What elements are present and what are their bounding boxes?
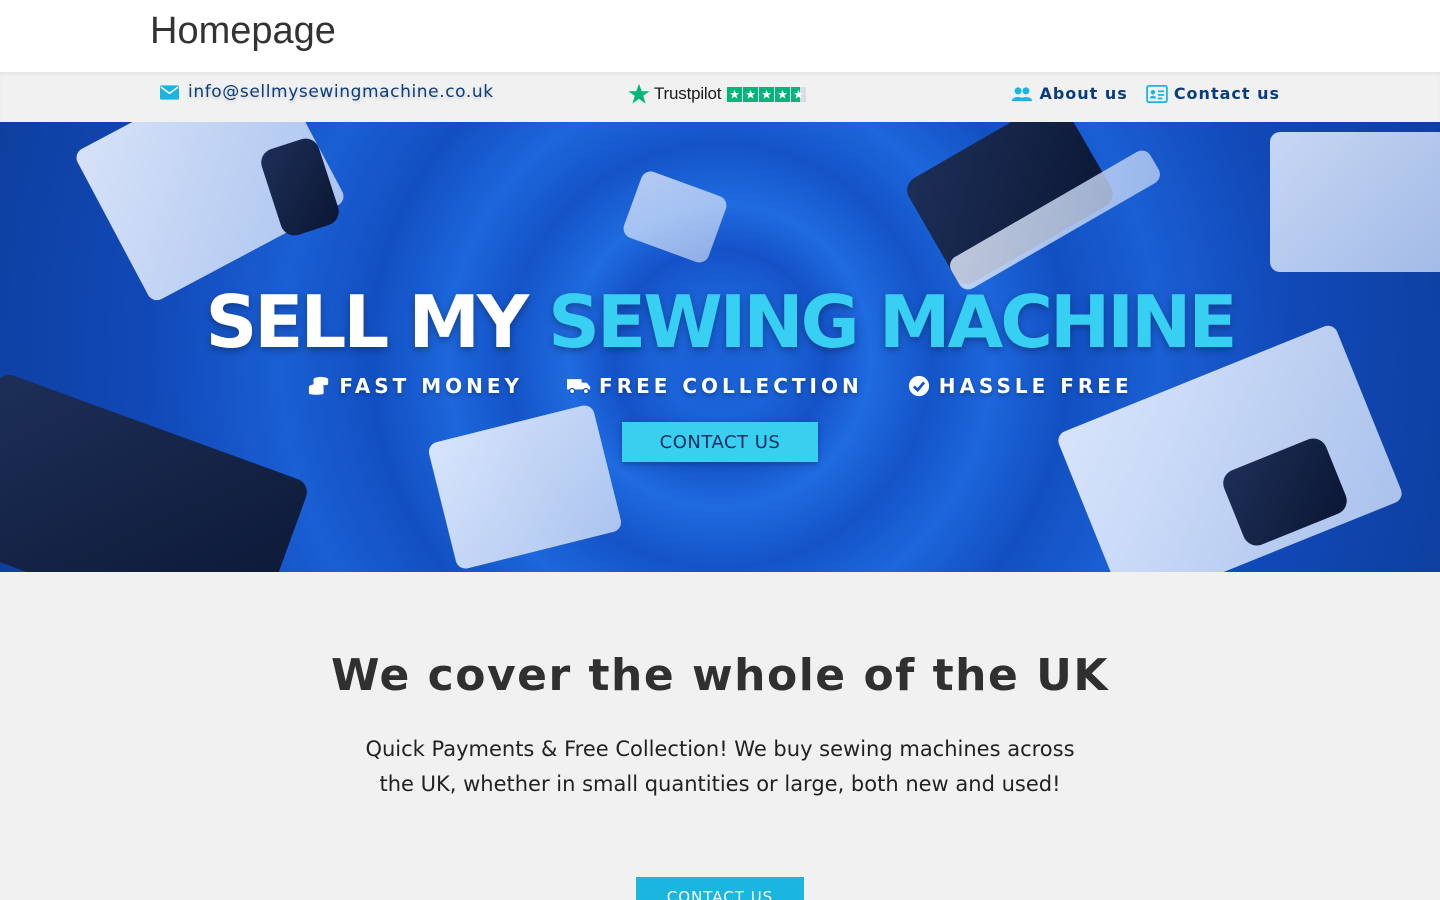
feature-label: FAST MONEY [339, 374, 524, 398]
feature-hassle-free: HASSLE FREE [907, 374, 1133, 398]
feature-free-collection: FREE COLLECTION [567, 374, 863, 398]
about-us-link[interactable]: About us [1011, 84, 1127, 103]
trustpilot-rating [727, 86, 807, 102]
users-icon [1012, 86, 1033, 101]
title-bar: Homepage [0, 0, 1440, 72]
sewing-machine-image [0, 370, 311, 572]
feature-label: HASSLE FREE [938, 374, 1133, 398]
coins-icon [309, 376, 329, 395]
hero-title-part2: SEWING MACHINE [548, 280, 1237, 364]
coverage-section: We cover the whole of the UK Quick Payme… [0, 572, 1440, 900]
presser-foot-image [620, 168, 730, 266]
contact-us-link[interactable]: Contact us [1146, 84, 1280, 103]
hero-banner: SELL MY SEWING MACHINE FAST MONEY FREE C… [0, 122, 1440, 572]
page-title: Homepage [150, 10, 336, 52]
rating-star-icon [759, 86, 775, 102]
trustpilot-star-icon [628, 83, 650, 104]
check-circle-icon [908, 375, 929, 397]
contact-us-button[interactable]: CONTACT US [636, 877, 804, 900]
hero-title-part1: SELL MY [205, 280, 549, 364]
hero-features: FAST MONEY FREE COLLECTION HASSLE FREE [0, 374, 1440, 398]
truck-icon [567, 379, 591, 395]
feature-label: FREE COLLECTION [599, 374, 863, 398]
envelope-icon [160, 84, 179, 100]
feature-fast-money: FAST MONEY [307, 374, 523, 398]
rating-star-icon [743, 86, 759, 102]
email-text: info@sellmysewingmachine.co.uk [188, 82, 494, 102]
contact-us-label: Contact us [1173, 84, 1280, 103]
top-nav: About us Contact us [1011, 84, 1280, 103]
trustpilot-brand: Trustpilot [654, 84, 722, 103]
sewing-machine-image [426, 403, 624, 571]
coverage-description: Quick Payments & Free Collection! We buy… [365, 737, 1075, 796]
email-link[interactable]: info@sellmysewingmachine.co.uk [160, 82, 494, 102]
hero-contact-button[interactable]: CONTACT US [622, 422, 818, 462]
coverage-heading: We cover the whole of the UK [331, 650, 1109, 701]
trustpilot-widget[interactable]: Trustpilot [628, 83, 807, 105]
hero-title: SELL MY SEWING MACHINE [0, 280, 1440, 364]
rating-star-icon [727, 86, 743, 102]
contact-card-icon [1146, 84, 1168, 103]
sewing-machine-image [1270, 132, 1440, 272]
rating-star-partial-icon [791, 86, 807, 102]
top-info-bar: info@sellmysewingmachine.co.uk Trustpilo… [0, 72, 1440, 122]
rating-star-icon [775, 86, 791, 102]
about-us-label: About us [1039, 84, 1128, 103]
